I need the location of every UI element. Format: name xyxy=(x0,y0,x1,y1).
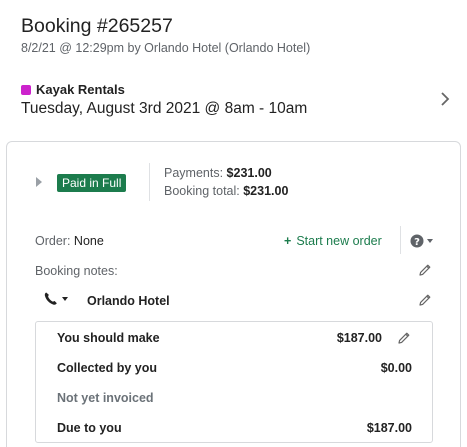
edit-amount-pencil-icon[interactable] xyxy=(397,331,411,345)
booking-total-line: Booking total: $231.00 xyxy=(164,184,288,198)
booking-created-info: 8/2/21 @ 12:29pm by Orlando Hotel (Orlan… xyxy=(21,41,311,55)
booking-total-label: Booking total: xyxy=(164,184,240,198)
edit-contact-pencil-icon[interactable] xyxy=(418,293,432,307)
summary-value-collected: $0.00 xyxy=(380,361,412,375)
plus-icon: + xyxy=(284,234,292,248)
divider xyxy=(149,163,150,201)
activity-name: Kayak Rentals xyxy=(36,82,125,97)
order-value: None xyxy=(73,234,104,248)
help-dropdown-icon[interactable]: ? xyxy=(410,233,436,249)
summary-label-due: Due to you xyxy=(57,421,122,435)
chevron-right-icon[interactable] xyxy=(439,91,451,107)
summary-value-should-make: $187.00 xyxy=(336,331,382,345)
activity-datetime: Tuesday, August 3rd 2021 @ 8am - 10am xyxy=(21,100,308,117)
expand-triangle-icon[interactable] xyxy=(35,176,43,188)
page-title: Booking #265257 xyxy=(21,15,173,37)
activity-color-swatch xyxy=(21,85,31,95)
payments-value: $231.00 xyxy=(226,166,272,180)
order-label: Order: xyxy=(35,234,71,248)
summary-value-due: $187.00 xyxy=(366,421,412,435)
phone-dropdown-icon[interactable] xyxy=(43,291,73,307)
status-badge: Paid in Full xyxy=(57,174,127,192)
start-new-order-label: Start new order xyxy=(296,234,382,248)
booking-details-card: Paid in Full Payments: $231.00 Booking t… xyxy=(6,141,461,447)
summary-label-should-make: You should make xyxy=(57,331,160,345)
start-new-order-button[interactable]: + Start new order xyxy=(284,234,382,248)
earnings-summary: You should make $187.00 Collected by you… xyxy=(35,321,433,443)
booking-notes-label: Booking notes: xyxy=(35,264,118,278)
divider xyxy=(400,226,401,254)
summary-label-not-invoiced: Not yet invoiced xyxy=(57,391,154,405)
booking-total-value: $231.00 xyxy=(243,184,289,198)
contact-name: Orlando Hotel xyxy=(87,294,170,308)
payments-label: Payments: xyxy=(164,166,224,180)
activity-link[interactable]: Kayak Rentals Tuesday, August 3rd 2021 @… xyxy=(21,82,451,122)
edit-notes-pencil-icon[interactable] xyxy=(418,263,432,277)
svg-text:?: ? xyxy=(414,237,420,248)
summary-label-collected: Collected by you xyxy=(57,361,158,375)
payments-line: Payments: $231.00 xyxy=(164,166,272,180)
order-row: Order: None xyxy=(35,234,104,248)
